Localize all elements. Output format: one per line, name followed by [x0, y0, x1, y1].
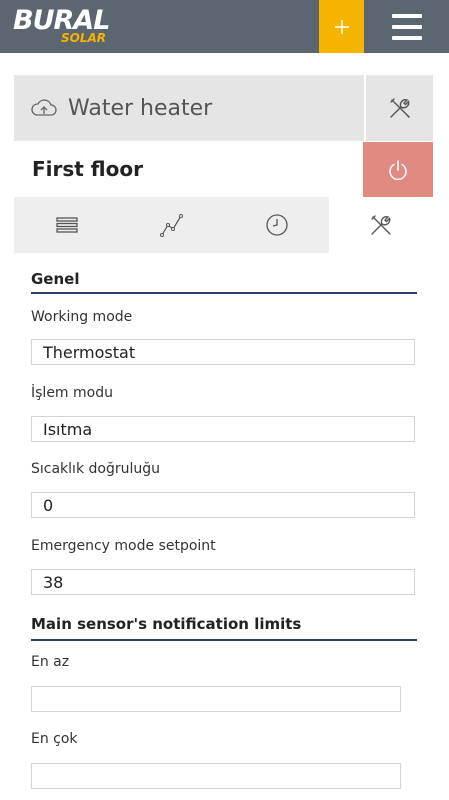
process-mode-field[interactable]: Isıtma	[31, 416, 415, 442]
logo-sub-text: SOLAR	[61, 31, 107, 45]
max-limit-label: En çok	[31, 731, 78, 747]
top-bar: BURAL SOLAR	[0, 0, 449, 53]
process-mode-label: İşlem modu	[31, 385, 113, 401]
section-title-general: Genel	[31, 270, 80, 288]
device-header: Water heater	[14, 75, 364, 141]
min-limit-field[interactable]	[31, 686, 401, 712]
tab-list[interactable]	[14, 197, 119, 253]
power-button[interactable]	[363, 142, 433, 198]
temp-accuracy-label: Sıcaklık doğruluğu	[31, 461, 160, 477]
emergency-setpoint-field[interactable]: 38	[31, 569, 415, 595]
tools-icon	[389, 98, 410, 118]
device-tabs	[14, 197, 433, 253]
tools-icon	[371, 215, 391, 235]
zone-name: First floor	[32, 157, 143, 181]
add-button[interactable]	[319, 0, 364, 53]
max-limit-field[interactable]	[31, 763, 401, 789]
temp-accuracy-field[interactable]: 0	[31, 492, 415, 518]
hamburger-menu-button[interactable]	[364, 0, 449, 53]
clock-icon	[265, 214, 288, 236]
device-name: Water heater	[68, 95, 213, 121]
device-settings-button[interactable]	[366, 75, 433, 141]
section-title-limits: Main sensor's notification limits	[31, 615, 302, 633]
zone-row: First floor	[14, 142, 433, 198]
section-divider	[31, 639, 417, 641]
list-icon	[55, 217, 78, 233]
cloud-upload-icon	[31, 99, 57, 116]
tab-settings[interactable]	[329, 197, 433, 253]
min-limit-label: En az	[31, 654, 70, 670]
tab-schedule[interactable]	[224, 197, 329, 253]
bural-solar-logo[interactable]: BURAL SOLAR	[13, 5, 133, 48]
plus-icon	[334, 19, 349, 34]
section-divider	[31, 292, 417, 294]
chart-line-icon	[159, 214, 183, 237]
working-mode-label: Working mode	[31, 309, 133, 325]
hamburger-icon	[391, 13, 422, 40]
working-mode-field[interactable]: Thermostat	[31, 339, 415, 365]
tab-chart[interactable]	[119, 197, 224, 253]
emergency-setpoint-label: Emergency mode setpoint	[31, 538, 216, 554]
power-icon	[389, 160, 407, 181]
